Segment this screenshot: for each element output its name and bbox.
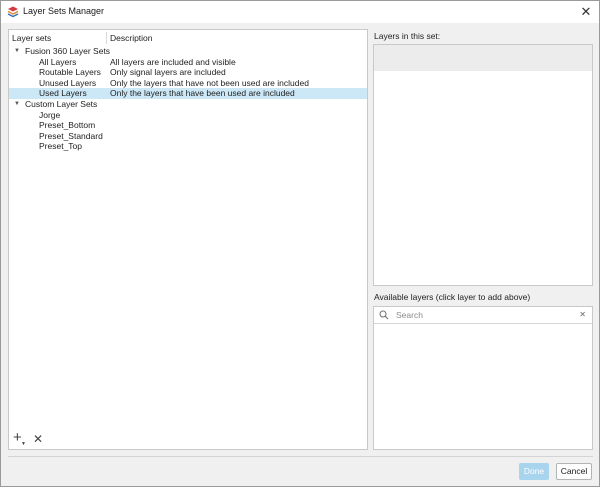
expand-arrow-icon[interactable]: ▼ bbox=[14, 46, 20, 57]
layer-set-description: Only the layers that have not been used … bbox=[110, 77, 309, 88]
available-layers-list[interactable]: ✕ bbox=[373, 306, 593, 450]
tree-item-jorge[interactable]: Jorge bbox=[9, 110, 367, 121]
search-input[interactable] bbox=[396, 309, 566, 321]
layer-sets-tree: ▼ Fusion 360 Layer Sets All Layers All l… bbox=[9, 46, 367, 152]
layer-set-name: All Layers bbox=[39, 56, 77, 67]
done-button[interactable]: Done bbox=[519, 463, 549, 480]
group-label: Fusion 360 Layer Sets bbox=[25, 46, 111, 56]
clear-search-icon[interactable]: ✕ bbox=[579, 309, 586, 321]
search-bar: ✕ bbox=[374, 307, 592, 324]
delete-layer-set-icon[interactable]: ✕ bbox=[33, 432, 43, 446]
column-headers: Layer sets Description bbox=[9, 30, 367, 46]
column-header-layer-sets[interactable]: Layer sets bbox=[12, 33, 51, 43]
layer-set-tools: + ▼ ✕ bbox=[13, 430, 63, 447]
tree-item-preset-top[interactable]: Preset_Top bbox=[9, 141, 367, 152]
title-bar: Layer Sets Manager ✕ bbox=[1, 1, 599, 23]
layers-in-set-header-strip bbox=[374, 45, 592, 71]
layer-set-name: Unused Layers bbox=[39, 77, 97, 88]
tree-item-all-layers[interactable]: All Layers All layers are included and v… bbox=[9, 57, 367, 68]
layer-sets-panel: Layer sets Description ▼ Fusion 360 Laye… bbox=[8, 29, 368, 450]
footer-divider bbox=[8, 456, 593, 457]
search-icon bbox=[379, 310, 389, 320]
layer-set-description: Only the layers that have been used are … bbox=[110, 88, 295, 99]
tree-item-used-layers[interactable]: Used Layers Only the layers that have be… bbox=[9, 88, 367, 99]
layer-set-name: Used Layers bbox=[39, 88, 87, 99]
group-label: Custom Layer Sets bbox=[25, 98, 98, 109]
layer-set-description: Only signal layers are included bbox=[110, 67, 226, 78]
tree-item-preset-standard[interactable]: Preset_Standard bbox=[9, 131, 367, 142]
layer-set-description: All layers are included and visible bbox=[110, 56, 236, 67]
tree-item-unused-layers[interactable]: Unused Layers Only the layers that have … bbox=[9, 78, 367, 89]
add-dropdown-caret-icon[interactable]: ▼ bbox=[21, 441, 26, 447]
expand-arrow-icon[interactable]: ▼ bbox=[14, 99, 20, 110]
tree-item-routable-layers[interactable]: Routable Layers Only signal layers are i… bbox=[9, 67, 367, 78]
layer-set-name: Preset_Standard bbox=[39, 130, 103, 141]
column-divider[interactable] bbox=[106, 32, 107, 44]
layer-set-name: Preset_Top bbox=[39, 141, 82, 152]
cancel-button[interactable]: Cancel bbox=[556, 463, 592, 480]
layers-in-set-label: Layers in this set: bbox=[374, 31, 441, 41]
layer-set-name: Routable Layers bbox=[39, 67, 101, 78]
tree-group-custom[interactable]: ▼ Custom Layer Sets bbox=[9, 99, 367, 110]
layer-set-name: Jorge bbox=[39, 109, 61, 120]
available-layers-label: Available layers (click layer to add abo… bbox=[374, 292, 531, 302]
window-title: Layer Sets Manager bbox=[23, 6, 105, 16]
column-header-description[interactable]: Description bbox=[110, 33, 153, 43]
close-icon[interactable]: ✕ bbox=[577, 3, 595, 21]
layers-stack-icon bbox=[7, 6, 19, 18]
tree-group-fusion-360[interactable]: ▼ Fusion 360 Layer Sets bbox=[9, 46, 367, 57]
tree-item-preset-bottom[interactable]: Preset_Bottom bbox=[9, 120, 367, 131]
layer-sets-manager-dialog: Layer Sets Manager ✕ Layer sets Descript… bbox=[0, 0, 600, 487]
layers-in-set-list[interactable] bbox=[373, 44, 593, 286]
layer-set-name: Preset_Bottom bbox=[39, 120, 96, 131]
